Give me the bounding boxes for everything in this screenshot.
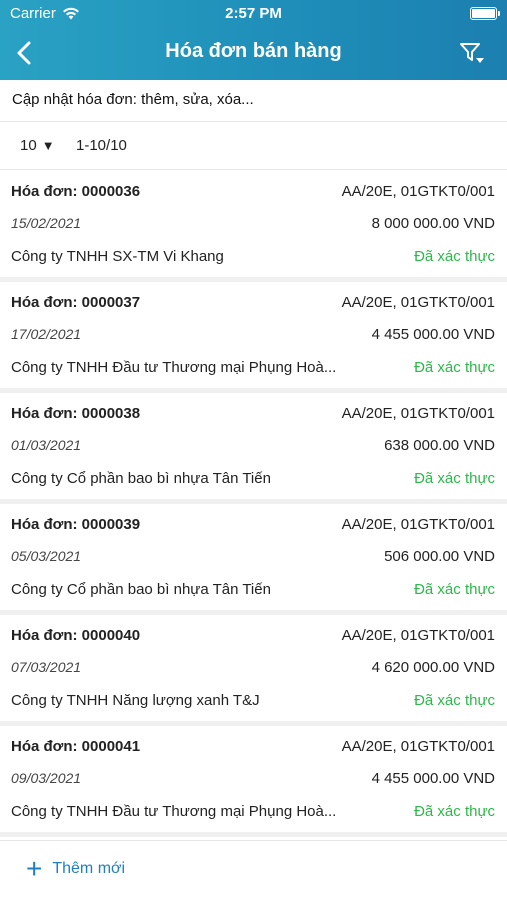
invoice-amount: 4 455 000.00 VND xyxy=(371,770,495,787)
page-title: Hóa đơn bán hàng xyxy=(165,40,342,62)
invoice-number: 0000038 xyxy=(81,405,141,422)
status-bar: Carrier 2:57 PM xyxy=(0,0,507,28)
pagination-bar: 10 ▼ 1-10/10 xyxy=(0,122,507,170)
invoice-status-badge: Đã xác thực xyxy=(414,359,495,376)
invoice-card[interactable]: Hóa đơn: 0000038 AA/20E, 01GTKT0/001 01/03… xyxy=(0,393,507,504)
invoice-date: 17/02/2021 xyxy=(11,326,82,342)
invoice-number: 0000036 xyxy=(81,183,141,200)
invoice-label: Hóa đơn: xyxy=(11,183,78,200)
invoice-title: Hóa đơn: 0000038 xyxy=(11,405,140,422)
invoice-series: AA/20E, 01GTKT0/001 xyxy=(341,738,495,755)
caret-down-icon: ▼ xyxy=(41,138,55,153)
invoice-amount: 506 000.00 VND xyxy=(384,548,495,565)
invoice-label: Hóa đơn: xyxy=(11,405,78,422)
app-header: Carrier 2:57 PM Hóa đơn bán hàng xyxy=(0,0,507,80)
invoice-number: 0000041 xyxy=(81,738,141,755)
invoice-date: 07/03/2021 xyxy=(11,659,82,675)
invoice-status-badge: Đã xác thực xyxy=(414,470,495,487)
invoice-label: Hóa đơn: xyxy=(11,627,78,644)
page-size-value: 10 xyxy=(20,137,37,154)
invoice-amount: 4 455 000.00 VND xyxy=(371,326,495,343)
invoice-label: Hóa đơn: xyxy=(11,294,78,311)
invoice-date: 09/03/2021 xyxy=(11,770,82,786)
filter-icon xyxy=(460,43,484,63)
footer-bar: + Thêm mới xyxy=(0,840,507,900)
invoice-label: Hóa đơn: xyxy=(11,516,78,533)
invoice-amount: 638 000.00 VND xyxy=(384,437,495,454)
invoice-amount: 4 620 000.00 VND xyxy=(371,659,495,676)
invoice-company: Công ty TNHH Năng lượng xanh T&J xyxy=(11,692,260,709)
invoice-series: AA/20E, 01GTKT0/001 xyxy=(341,183,495,200)
invoice-series: AA/20E, 01GTKT0/001 xyxy=(341,516,495,533)
invoice-card[interactable]: Hóa đơn: 0000040 AA/20E, 01GTKT0/001 07/03… xyxy=(0,615,507,726)
nav-bar: Hóa đơn bán hàng xyxy=(0,28,507,80)
invoice-title: Hóa đơn: 0000040 xyxy=(11,627,140,644)
invoice-card[interactable]: Hóa đơn: 0000037 AA/20E, 01GTKT0/001 17/02… xyxy=(0,282,507,393)
invoice-title: Hóa đơn: 0000039 xyxy=(11,516,140,533)
clock: 2:57 PM xyxy=(225,5,282,22)
invoice-number: 0000037 xyxy=(81,294,141,311)
invoice-company: Công ty TNHH SX-TM Vi Khang xyxy=(11,248,224,265)
invoice-company: Công ty TNHH Đầu tư Thương mại Phụng Hoà… xyxy=(11,359,337,376)
add-new-button[interactable]: + Thêm mới xyxy=(26,853,126,884)
invoice-label: Hóa đơn: xyxy=(11,738,78,755)
invoice-company: Công ty Cổ phần bao bì nhựa Tân Tiến xyxy=(11,470,271,487)
invoice-status-badge: Đã xác thực xyxy=(414,803,495,820)
invoice-card[interactable]: Hóa đơn: 0000041 AA/20E, 01GTKT0/001 09/03… xyxy=(0,726,507,837)
invoice-date: 05/03/2021 xyxy=(11,548,82,564)
invoice-number: 0000040 xyxy=(81,627,141,644)
invoice-card[interactable]: Hóa đơn: 0000036 AA/20E, 01GTKT0/001 15/02… xyxy=(0,171,507,282)
page-subtitle: Cập nhật hóa đơn: thêm, sửa, xóa... xyxy=(0,80,507,122)
invoice-list: Hóa đơn: 0000036 AA/20E, 01GTKT0/001 15/02… xyxy=(0,171,507,837)
invoice-title: Hóa đơn: 0000041 xyxy=(11,738,140,755)
battery-icon xyxy=(470,7,500,20)
invoice-date: 15/02/2021 xyxy=(11,215,82,231)
invoice-series: AA/20E, 01GTKT0/001 xyxy=(341,627,495,644)
page-range: 1-10/10 xyxy=(76,137,127,154)
add-new-label: Thêm mới xyxy=(52,860,126,877)
filter-button[interactable] xyxy=(457,38,487,68)
invoice-date: 01/03/2021 xyxy=(11,437,82,453)
invoice-series: AA/20E, 01GTKT0/001 xyxy=(341,294,495,311)
invoice-status-badge: Đã xác thực xyxy=(414,248,495,265)
invoice-series: AA/20E, 01GTKT0/001 xyxy=(341,405,495,422)
invoice-title: Hóa đơn: 0000037 xyxy=(11,294,140,311)
invoice-company: Công ty Cổ phần bao bì nhựa Tân Tiến xyxy=(11,581,271,598)
invoice-status-badge: Đã xác thực xyxy=(414,581,495,598)
page-size-select[interactable]: 10 ▼ xyxy=(20,137,55,154)
invoice-status-badge: Đã xác thực xyxy=(414,692,495,709)
invoice-title: Hóa đơn: 0000036 xyxy=(11,183,140,200)
invoice-number: 0000039 xyxy=(81,516,141,533)
invoice-company: Công ty TNHH Đầu tư Thương mại Phụng Hoà… xyxy=(11,803,337,820)
invoice-card[interactable]: Hóa đơn: 0000039 AA/20E, 01GTKT0/001 05/03… xyxy=(0,504,507,615)
plus-icon: + xyxy=(26,853,43,884)
invoice-amount: 8 000 000.00 VND xyxy=(371,215,495,232)
